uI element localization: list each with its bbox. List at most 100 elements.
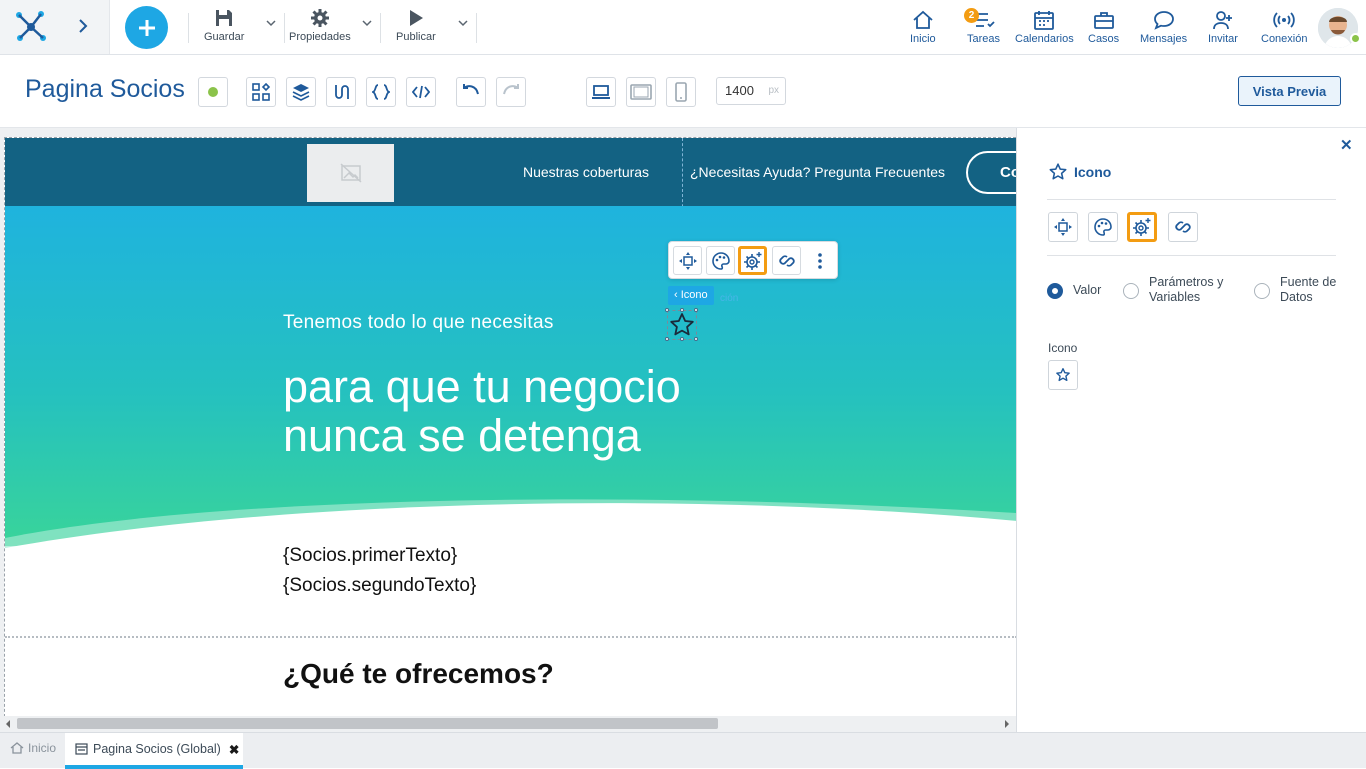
briefcase-icon: [1093, 12, 1114, 29]
tasks-badge: 2: [964, 8, 979, 23]
properties-button[interactable]: Propiedades: [289, 8, 351, 48]
scroll-right-icon[interactable]: [1003, 719, 1011, 729]
hero-heading-line[interactable]: para que tu negocio: [283, 361, 681, 413]
resize-handle[interactable]: [694, 337, 698, 341]
bottom-tab-bar: Inicio Pagina Socios (Global) ✖: [0, 732, 1366, 769]
add-button[interactable]: [125, 6, 168, 49]
site-logo-placeholder[interactable]: [307, 144, 394, 202]
icon-picker[interactable]: [1048, 360, 1078, 390]
logo-area: [0, 0, 110, 54]
nav-invitar[interactable]: Invitar: [1208, 10, 1238, 45]
nav-inicio[interactable]: Inicio: [910, 10, 936, 45]
desktop-view-button[interactable]: [586, 77, 616, 107]
variables-button[interactable]: [366, 77, 396, 107]
plus-icon: [138, 19, 155, 36]
signal-icon: [1273, 12, 1295, 28]
close-icon[interactable]: ✖: [229, 742, 239, 757]
move-button[interactable]: [673, 246, 702, 275]
nav-label: Tareas: [967, 33, 1001, 45]
site-nav-cta-button[interactable]: Co: [966, 151, 1016, 194]
chevron-down-icon[interactable]: [458, 18, 468, 28]
site-nav-link[interactable]: ¿Necesitas Ayuda? Pregunta Frecuentes: [690, 164, 945, 180]
tablet-view-button[interactable]: [626, 77, 656, 107]
code-button[interactable]: [406, 77, 436, 107]
radio-fuente-datos[interactable]: [1254, 283, 1270, 299]
divider: [1047, 199, 1336, 200]
resize-handle[interactable]: [680, 308, 684, 312]
status-button[interactable]: [198, 77, 228, 107]
undo-button[interactable]: [456, 77, 486, 107]
placeholder-text[interactable]: {Socios.primerTexto}: [283, 545, 457, 567]
link-icon: [1175, 221, 1191, 233]
components-button[interactable]: [246, 77, 276, 107]
properties-label: Propiedades: [289, 31, 351, 43]
redo-button[interactable]: [496, 77, 526, 107]
hero-heading-line[interactable]: nunca se detenga: [283, 410, 641, 462]
home-icon: [10, 742, 24, 754]
site-nav-link[interactable]: Nuestras coberturas: [523, 164, 649, 180]
scrollbar-thumb[interactable]: [17, 718, 718, 729]
save-button[interactable]: Guardar: [204, 8, 244, 48]
properties-panel: ✕ Icono Valor Parámetros y Variables Fue…: [1016, 128, 1366, 732]
image-placeholder-icon: [339, 163, 362, 183]
tab-pagina-socios[interactable]: Pagina Socios (Global) ✖: [65, 733, 243, 769]
more-options-button[interactable]: [805, 246, 834, 275]
radio-label: Fuente de Datos: [1280, 275, 1337, 304]
palette-icon: [1094, 218, 1112, 236]
selected-star-element[interactable]: [665, 308, 698, 341]
panel-settings-tab[interactable]: [1127, 212, 1157, 242]
resize-handle[interactable]: [665, 337, 669, 341]
scroll-left-icon[interactable]: [4, 719, 12, 729]
nav-label: Inicio: [910, 33, 936, 45]
placeholder-text[interactable]: {Socios.segundoTexto}: [283, 575, 476, 597]
palette-icon: [711, 251, 730, 270]
site-navbar[interactable]: Nuestras coberturas ¿Necesitas Ayuda? Pr…: [5, 138, 1016, 206]
resize-handle[interactable]: [665, 308, 669, 312]
nav-conexion[interactable]: Conexión: [1261, 10, 1307, 45]
nav-label: Calendarios: [1015, 33, 1074, 45]
page-title: Pagina Socios: [25, 75, 185, 103]
hero-subtitle[interactable]: Tenemos todo lo que necesitas: [283, 312, 554, 334]
nav-calendarios[interactable]: Calendarios: [1015, 10, 1074, 45]
chevron-right-icon[interactable]: [76, 17, 90, 35]
mobile-view-button[interactable]: [666, 77, 696, 107]
width-value: 1400: [725, 83, 754, 98]
tab-inicio[interactable]: Inicio: [10, 741, 56, 755]
resize-handle[interactable]: [694, 308, 698, 312]
publish-button[interactable]: Publicar: [396, 8, 436, 48]
chevron-down-icon[interactable]: [362, 18, 372, 28]
hero-wave-shape: [5, 499, 1016, 563]
resize-handle[interactable]: [680, 337, 684, 341]
page-icon: [75, 743, 88, 755]
app-logo-icon[interactable]: [14, 10, 48, 44]
nav-label: Mensajes: [1140, 33, 1188, 45]
section-heading[interactable]: ¿Qué te ofrecemos?: [283, 658, 554, 690]
panel-style-tab[interactable]: [1088, 212, 1118, 242]
hidden-label-text: ción: [720, 293, 739, 304]
design-canvas[interactable]: Nuestras coberturas ¿Necesitas Ayuda? Pr…: [0, 128, 1016, 732]
chevron-down-icon[interactable]: [266, 18, 276, 28]
link-button[interactable]: [772, 246, 801, 275]
save-label: Guardar: [204, 31, 245, 43]
settings-button[interactable]: [738, 246, 767, 275]
width-input[interactable]: 1400 px: [716, 77, 786, 105]
radio-parametros[interactable]: [1123, 283, 1139, 299]
panel-title: Icono: [1074, 164, 1112, 180]
divider: [284, 13, 285, 43]
tab-label: Pagina Socios (Global): [93, 742, 221, 756]
events-button[interactable]: [326, 77, 356, 107]
widgets-icon: [252, 83, 270, 101]
online-status-dot: [1350, 33, 1361, 44]
panel-header: Icono: [1048, 162, 1111, 182]
panel-link-tab[interactable]: [1168, 212, 1198, 242]
nav-mensajes[interactable]: Mensajes: [1140, 10, 1187, 45]
panel-move-tab[interactable]: [1048, 212, 1078, 242]
site-preview[interactable]: Nuestras coberturas ¿Necesitas Ayuda? Pr…: [4, 137, 1016, 732]
layers-button[interactable]: [286, 77, 316, 107]
close-icon[interactable]: ✕: [1340, 136, 1353, 154]
selected-element-label[interactable]: ‹ Icono: [668, 286, 714, 305]
nav-casos[interactable]: Casos: [1088, 10, 1119, 45]
radio-valor[interactable]: [1047, 283, 1063, 299]
preview-button[interactable]: Vista Previa: [1238, 76, 1341, 106]
style-button[interactable]: [706, 246, 735, 275]
